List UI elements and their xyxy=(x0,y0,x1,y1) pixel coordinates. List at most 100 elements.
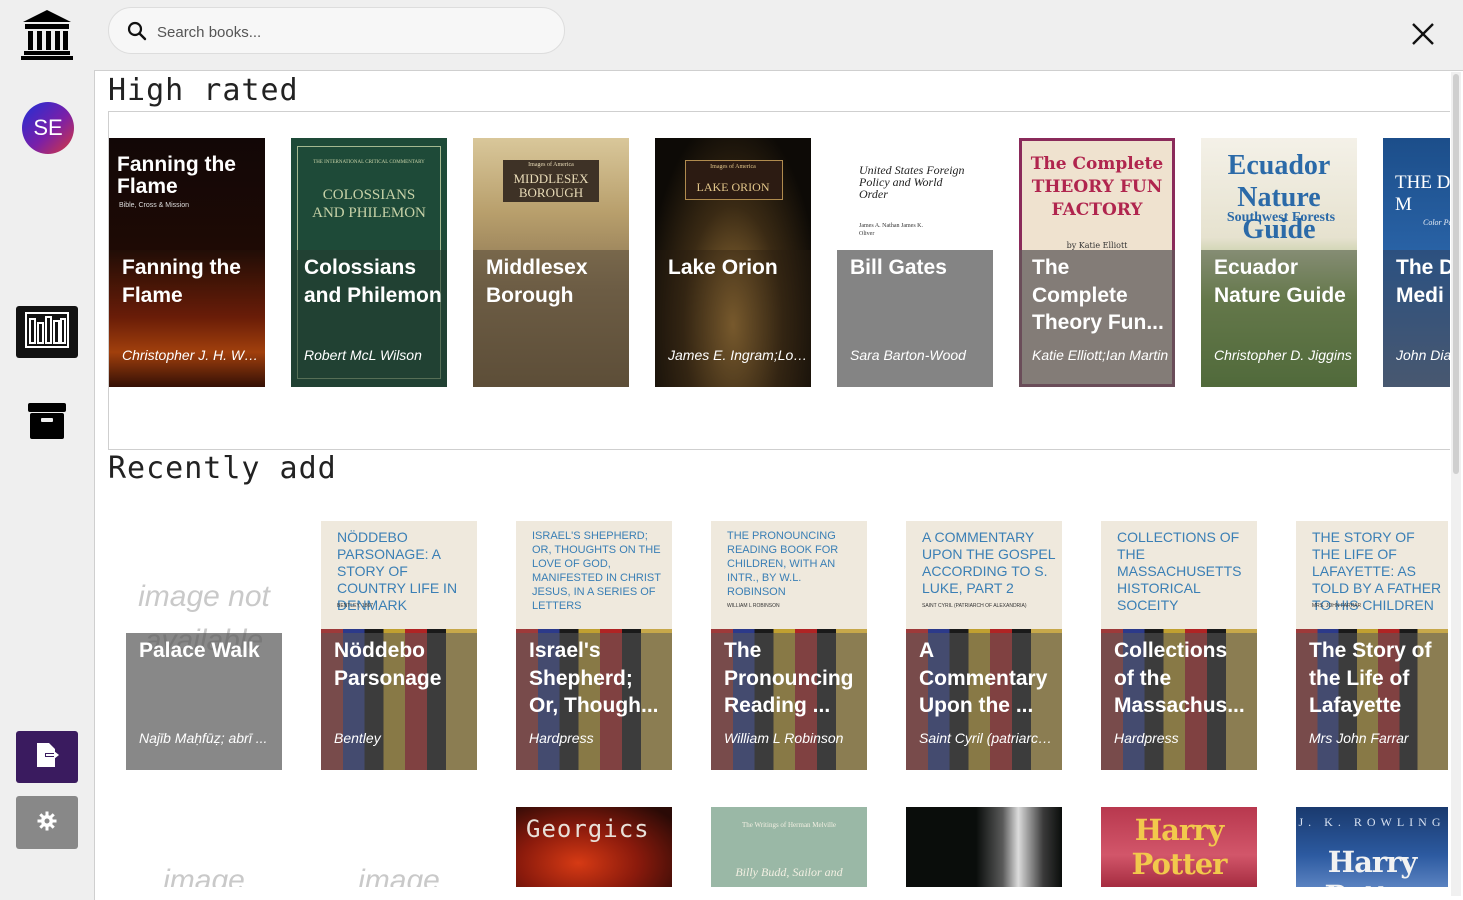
archive-button[interactable] xyxy=(22,400,72,446)
book-title: Ecuador Nature Guide xyxy=(1214,256,1346,307)
cover-title: NÖDDEBO PARSONAGE: A STORY OF COUNTRY LI… xyxy=(337,529,458,613)
book-cover: image xyxy=(321,807,477,887)
book-author: John Diar xyxy=(1396,347,1450,363)
cover-title: A COMMENTARY UPON THE GOSPEL ACCORDING T… xyxy=(922,529,1056,596)
book-card[interactable]: Images of America MIDDLESEX BOROUGH Midd… xyxy=(473,138,629,387)
book-card[interactable]: United States Foreign Policy and World O… xyxy=(837,138,993,387)
book-cover: Georgics xyxy=(516,807,672,887)
cover-subtitle: Southwest Forests xyxy=(1226,210,1336,225)
book-title: Collections of the Massachus... xyxy=(1114,639,1245,717)
library-button[interactable] xyxy=(16,306,78,358)
cover-title: Fanning the Flame xyxy=(117,153,236,198)
book-card[interactable]: Harry Potter xyxy=(1101,807,1257,887)
book-card[interactable]: Ecuador Nature Guide Southwest Forests E… xyxy=(1201,138,1357,387)
cover-title: Georgics xyxy=(526,815,650,843)
book-title: A Commentary Upon the ... xyxy=(919,639,1048,717)
book-cover xyxy=(906,807,1062,887)
book-author: Hardpress xyxy=(529,730,594,746)
book-title: Israel's Shepherd; Or, Though... xyxy=(529,639,659,717)
book-card[interactable]: The Writings of Herman Melville Billy Bu… xyxy=(711,807,867,887)
cover-subtitle: THE INTERNATIONAL CRITICAL COMMENTARY xyxy=(313,160,425,165)
settings-button[interactable] xyxy=(16,796,78,849)
export-button[interactable] xyxy=(16,731,78,783)
book-cover: J. K. ROWLING Harry Potter xyxy=(1296,807,1448,887)
bookshelf-icon xyxy=(25,311,69,353)
main-content: High rated Fanning the Flame Bible, Cros… xyxy=(94,70,1463,900)
cover-title: THE PRONOUNCING READING BOOK FOR CHILDRE… xyxy=(727,530,839,598)
cover-title: THE STORY OF THE LIFE OF LAFAYETTE: AS T… xyxy=(1312,529,1442,613)
book-title: The Complete Theory Fun... xyxy=(1032,256,1164,334)
book-author: Hardpress xyxy=(1114,730,1179,746)
cover-title: LAKE ORION xyxy=(696,180,770,194)
book-cover: image xyxy=(126,807,282,887)
book-card[interactable]: image xyxy=(126,807,282,887)
book-card[interactable]: NÖDDEBO PARSONAGE: A STORY OF COUNTRY LI… xyxy=(321,521,477,770)
book-title: Lake Orion xyxy=(668,256,778,279)
book-author: Najīb Maḥfūẓ; abrī ... xyxy=(139,730,268,746)
close-button[interactable] xyxy=(1406,20,1440,52)
book-card[interactable] xyxy=(906,807,1062,887)
cover-subtitle: Color Path xyxy=(1423,218,1450,227)
book-title: The Story of the Life of Lafayette xyxy=(1309,639,1432,717)
cover-title: The Writings of Herman Melville xyxy=(741,821,837,829)
book-author: Robert McL Wilson xyxy=(304,347,422,363)
high-rated-row[interactable]: Fanning the Flame Bible, Cross & Mission… xyxy=(108,111,1450,450)
book-author: Christopher J. H. Wright xyxy=(122,347,262,363)
cover-title: Ecuador Nature Guide xyxy=(1227,150,1331,245)
cover-subtitle: Bible, Cross & Mission xyxy=(119,202,190,209)
cover-title: COLLECTIONS OF THE MASSACHUSETTS HISTORI… xyxy=(1117,529,1242,613)
sidebar: SE xyxy=(0,0,94,900)
export-file-icon xyxy=(34,742,60,772)
section-title-recently-added: Recently add xyxy=(108,451,337,486)
book-card[interactable]: COLLECTIONS OF THE MASSACHUSETTS HISTORI… xyxy=(1101,521,1257,770)
book-card[interactable]: The Complete THEORY FUN FACTORY by Katie… xyxy=(1019,138,1175,387)
cover-subtitle: Billy Budd, Sailor and xyxy=(735,865,843,879)
book-card[interactable]: Fanning the Flame Bible, Cross & Mission… xyxy=(109,138,265,387)
book-card[interactable]: THE STORY OF THE LIFE OF LAFAYETTE: AS T… xyxy=(1296,521,1448,770)
book-title: The D Color Medi xyxy=(1396,256,1450,307)
book-card[interactable]: image not available Palace Walk Najīb Ma… xyxy=(126,521,282,770)
book-card[interactable]: image xyxy=(321,807,477,887)
book-card[interactable]: A COMMENTARY UPON THE GOSPEL ACCORDING T… xyxy=(906,521,1062,770)
avatar[interactable]: SE xyxy=(22,102,74,154)
section-title-high-rated: High rated xyxy=(108,73,299,108)
book-card[interactable]: Images of America LAKE ORION Lake Orion … xyxy=(655,138,811,387)
search-input[interactable] xyxy=(155,17,549,47)
search-bar[interactable] xyxy=(108,7,565,54)
cover-subtitle: Images of America xyxy=(710,164,756,170)
book-title: Nöddebo Parsonage xyxy=(334,639,442,690)
image-placeholder: image xyxy=(358,864,440,887)
book-title: Palace Walk xyxy=(139,639,260,662)
cover-title: Harry Potter xyxy=(1131,813,1228,881)
book-card[interactable]: J. K. ROWLING Harry Potter xyxy=(1296,807,1448,887)
search-icon xyxy=(127,21,147,41)
gear-icon xyxy=(37,811,57,835)
library-building-icon[interactable] xyxy=(20,8,74,60)
cover-title: MIDDLESEX BOROUGH xyxy=(513,171,589,200)
cover-title: United States Foreign Policy and World O… xyxy=(859,163,965,201)
cover-subtitle: BENTLEY, 1867 xyxy=(337,603,374,609)
book-author: Mrs John Farrar xyxy=(1309,730,1409,746)
book-author: Saint Cyril (patriarch ... xyxy=(919,730,1059,746)
cover-title: COLOSSIANS AND PHILEMON xyxy=(312,187,426,221)
scrollbar-thumb[interactable] xyxy=(1453,74,1459,474)
book-title: Fanning the Flame xyxy=(122,256,241,307)
close-icon xyxy=(1411,22,1435,50)
book-author: Christopher D. Jiggins xyxy=(1214,347,1352,363)
cover-subtitle: by Katie Elliott xyxy=(1066,241,1128,250)
book-author: Bentley xyxy=(334,730,381,746)
book-card[interactable]: THE PRONOUNCING READING BOOK FOR CHILDRE… xyxy=(711,521,867,770)
book-title: Bill Gates xyxy=(850,256,947,279)
image-placeholder: image xyxy=(163,864,245,887)
cover-subtitle: Images of America xyxy=(528,162,574,168)
book-author: James E. Ingram;Lori ... xyxy=(668,347,808,363)
book-title: The Pronouncing Reading ... xyxy=(724,639,854,717)
book-author: Sara Barton-Wood xyxy=(850,347,966,363)
book-card[interactable]: THE INTERNATIONAL CRITICAL COMMENTARY CO… xyxy=(291,138,447,387)
book-card[interactable]: THE D COLOR M Color Path The D Color Med… xyxy=(1383,138,1450,387)
book-author: Katie Elliott;Ian Martin xyxy=(1032,347,1169,363)
book-card[interactable]: Georgics xyxy=(516,807,672,887)
cover-title: The Complete THEORY FUN FACTORY xyxy=(1030,154,1164,220)
book-card[interactable]: ISRAEL'S SHEPHERD; OR, THOUGHTS ON THE L… xyxy=(516,521,672,770)
book-cover: The Writings of Herman Melville Billy Bu… xyxy=(711,807,867,887)
